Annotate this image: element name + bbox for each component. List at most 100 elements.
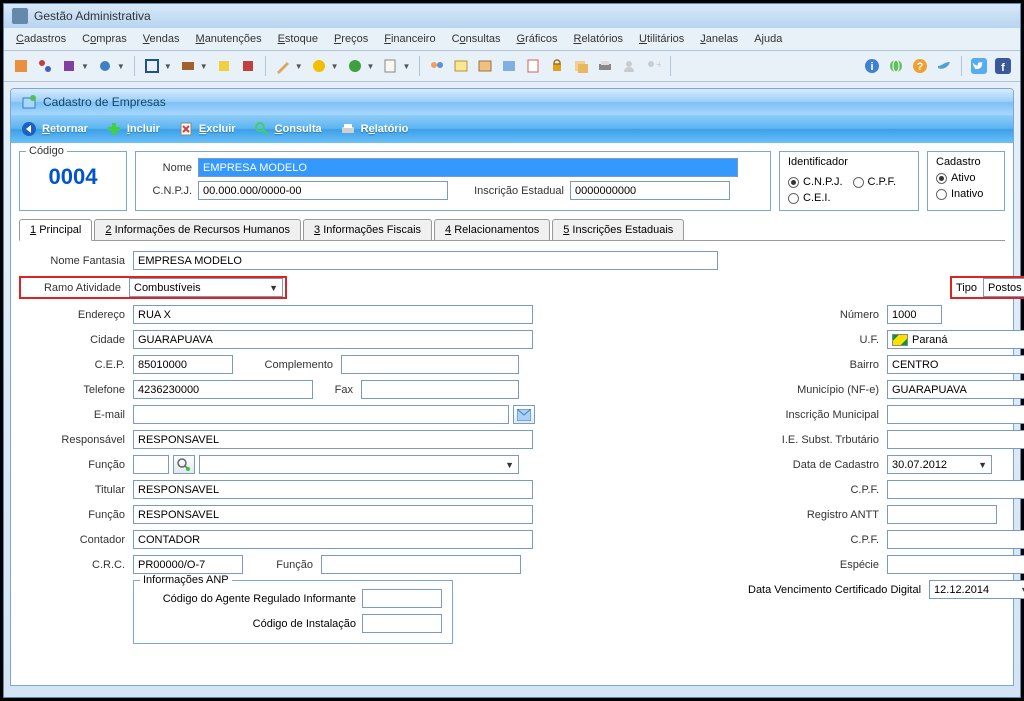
tb-btn-1[interactable] (10, 55, 32, 77)
cpf1-input[interactable] (887, 480, 1024, 499)
municipio-nfe-select[interactable]: GUARAPUAVA▼ (887, 380, 1024, 399)
dropdown-icon[interactable]: ▼ (367, 62, 375, 71)
menu-estoque[interactable]: Estoque (272, 31, 324, 47)
tb-btn-2[interactable] (34, 55, 56, 77)
fax-input[interactable] (361, 380, 519, 399)
nome-input[interactable] (198, 158, 738, 177)
excluir-button[interactable]: Excluir (178, 121, 236, 137)
tb-globe-icon[interactable] (885, 55, 907, 77)
tb-help-icon[interactable]: ? (909, 55, 931, 77)
tb-btn-12[interactable] (379, 55, 401, 77)
tab-inscest[interactable]: 5 Inscrições Estaduais (552, 219, 684, 240)
tipo-select[interactable]: Postos de Combustíve▼ (983, 278, 1024, 297)
uf-select[interactable]: Paraná▼ (887, 330, 1024, 349)
funcao2-input[interactable] (133, 505, 533, 524)
dropdown-icon[interactable]: ▼ (200, 62, 208, 71)
tb-btn-3[interactable] (58, 55, 80, 77)
tb-btn-6[interactable] (177, 55, 199, 77)
tab-rh[interactable]: 2 Informações de Recursos Humanos (94, 219, 301, 240)
email-input[interactable] (133, 405, 509, 424)
menu-precos[interactable]: Preços (328, 31, 374, 47)
inscest-input[interactable] (570, 181, 730, 200)
consulta-button[interactable]: Consulta (254, 121, 322, 137)
dropdown-icon[interactable]: ▼ (331, 62, 339, 71)
crc-input[interactable] (133, 555, 243, 574)
menu-ajuda[interactable]: Ajuda (748, 31, 788, 47)
dropdown-icon[interactable]: ▼ (295, 62, 303, 71)
radio-cpf[interactable] (853, 177, 864, 188)
tb-btn-21[interactable] (618, 55, 640, 77)
menu-utilitarios[interactable]: Utilitários (633, 31, 690, 47)
cpf2-input[interactable] (887, 530, 1024, 549)
tb-btn-9[interactable] (272, 55, 294, 77)
funcao1-desc-select[interactable]: ▼ (199, 455, 519, 474)
tb-btn-11[interactable] (344, 55, 366, 77)
tb-btn-8[interactable] (237, 55, 259, 77)
tb-btn-16[interactable] (498, 55, 520, 77)
menu-graficos[interactable]: Gráficos (511, 31, 564, 47)
tb-btn-5[interactable] (141, 55, 163, 77)
titular-input[interactable] (133, 480, 533, 499)
complemento-input[interactable] (341, 355, 519, 374)
telefone-input[interactable] (133, 380, 313, 399)
tab-relacionamentos[interactable]: 4 Relacionamentos (434, 219, 550, 240)
retornar-button[interactable]: Retornar (21, 121, 88, 137)
funcao1-code-input[interactable] (133, 455, 169, 474)
especie-input[interactable] (887, 555, 1024, 574)
incluir-button[interactable]: Incluir (106, 121, 160, 137)
tb-btn-19[interactable] (570, 55, 592, 77)
radio-ativo[interactable] (936, 173, 947, 184)
cnpj-input[interactable] (198, 181, 448, 200)
menu-financeiro[interactable]: Financeiro (378, 31, 441, 47)
email-button[interactable] (513, 405, 535, 424)
tb-btn-13[interactable] (426, 55, 448, 77)
tb-btn-17[interactable] (522, 55, 544, 77)
tb-btn-4[interactable] (94, 55, 116, 77)
anp-codigo-input[interactable] (362, 589, 442, 608)
regantt-input[interactable] (887, 505, 997, 524)
tb-btn-7[interactable] (213, 55, 235, 77)
funcao3-input[interactable] (321, 555, 521, 574)
menu-janelas[interactable]: Janelas (694, 31, 744, 47)
tb-bird-icon[interactable] (933, 55, 955, 77)
menu-relatorios[interactable]: Relatórios (567, 31, 629, 47)
relatorio-button[interactable]: Relatório (340, 121, 409, 137)
tb-btn-15[interactable] (474, 55, 496, 77)
tb-btn-20[interactable] (594, 55, 616, 77)
contador-input[interactable] (133, 530, 533, 549)
dropdown-icon[interactable]: ▼ (81, 62, 89, 71)
responsavel-input[interactable] (133, 430, 533, 449)
tab-fiscais[interactable]: 3 Informações Fiscais (303, 219, 432, 240)
numero-input[interactable] (887, 305, 942, 324)
tb-btn-10[interactable] (308, 55, 330, 77)
menu-consultas[interactable]: Consultas (446, 31, 507, 47)
dropdown-icon[interactable]: ▼ (402, 62, 410, 71)
tb-facebook-icon[interactable]: f (992, 55, 1014, 77)
menu-cadastros[interactable]: Cadastros (10, 31, 72, 47)
tb-btn-18[interactable] (546, 55, 568, 77)
dropdown-icon[interactable]: ▼ (164, 62, 172, 71)
menu-manutencoes[interactable]: Manutenções (190, 31, 268, 47)
nome-fantasia-input[interactable] (133, 251, 718, 270)
endereco-input[interactable] (133, 305, 533, 324)
funcao1-search-button[interactable] (173, 455, 195, 474)
iesubst-input[interactable] (887, 430, 1024, 449)
venc-cert-select[interactable]: 12.12.2014▼ (929, 580, 1024, 599)
radio-cei[interactable] (788, 193, 799, 204)
radio-cnpj[interactable] (788, 177, 799, 188)
tab-principal[interactable]: 1 Principal (19, 219, 92, 241)
datacad-select[interactable]: 30.07.2012▼ (887, 455, 992, 474)
ramo-select[interactable]: Combustíveis▼ (129, 278, 283, 297)
bairro-input[interactable] (887, 355, 1024, 374)
tb-btn-14[interactable] (450, 55, 472, 77)
tb-twitter-icon[interactable] (968, 55, 990, 77)
menu-compras[interactable]: Compras (76, 31, 133, 47)
inscmun-input[interactable] (887, 405, 1024, 424)
cep-input[interactable] (133, 355, 233, 374)
cidade-input[interactable] (133, 330, 533, 349)
tb-btn-22[interactable]: + (642, 55, 664, 77)
radio-inativo[interactable] (936, 189, 947, 200)
menu-vendas[interactable]: Vendas (137, 31, 186, 47)
tb-info-icon[interactable]: i (861, 55, 883, 77)
dropdown-icon[interactable]: ▼ (117, 62, 125, 71)
